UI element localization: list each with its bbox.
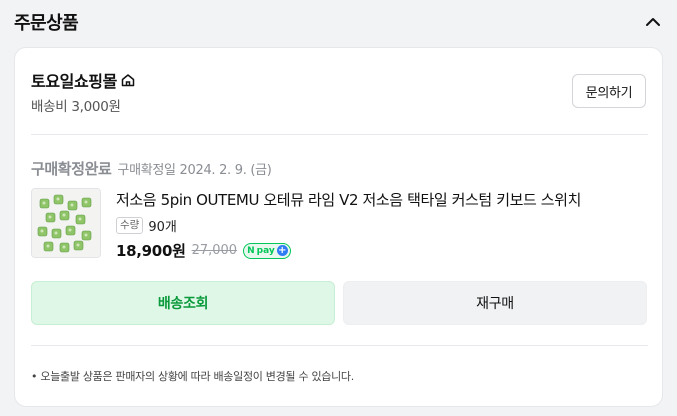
price-row: 18,900원 27,000 N pay +: [116, 240, 291, 261]
order-card: 토요일쇼핑몰 배송비 3,000원 문의하기 구매확정완료 구매확정일 2024…: [14, 47, 663, 407]
section-title: 주문상품: [14, 13, 79, 34]
npay-label: pay: [256, 245, 275, 256]
collapse-button[interactable]: [641, 10, 665, 34]
shipping-notice: • 오늘출발 상품은 판매자의 상황에 따라 배송일정이 변경될 수 있습니다.: [31, 368, 354, 384]
npay-n-icon: N: [247, 245, 255, 256]
shipping-notice-text: 오늘출발 상품은 판매자의 상황에 따라 배송일정이 변경될 수 있습니다.: [40, 370, 354, 383]
divider: [31, 345, 648, 346]
original-price: 27,000: [191, 243, 238, 258]
quantity-label: 수량: [116, 217, 144, 234]
order-items-header: 주문상품: [0, 0, 677, 44]
divider: [31, 134, 648, 135]
bullet-icon: •: [31, 370, 41, 383]
inquiry-button[interactable]: 문의하기: [572, 74, 646, 108]
shop-name[interactable]: 토요일쇼핑몰: [31, 68, 117, 92]
product-thumbnail[interactable]: [31, 188, 101, 258]
home-icon[interactable]: [120, 72, 136, 88]
keyboard-switch-image: [32, 189, 100, 257]
track-delivery-button[interactable]: 배송조회: [31, 281, 335, 325]
order-status-row: 구매확정완료 구매확정일 2024. 2. 9. (금): [31, 158, 272, 179]
product-name[interactable]: 저소음 5pin OUTEMU 오테뮤 라임 V2 저소음 택타일 커스텀 키보…: [116, 189, 581, 210]
npay-badge: N pay +: [243, 242, 291, 259]
confirm-date: 구매확정일 2024. 2. 9. (금): [117, 163, 272, 178]
plus-icon: +: [276, 245, 288, 256]
shipping-fee: 배송비 3,000원: [31, 99, 121, 115]
reorder-button[interactable]: 재구매: [343, 281, 647, 325]
order-status: 구매확정완료: [31, 160, 112, 178]
quantity-row: 수량 90개: [116, 216, 177, 235]
quantity-value: 90개: [148, 220, 177, 235]
chevron-up-icon: [646, 18, 660, 26]
sale-price: 18,900원: [116, 242, 186, 260]
shop-name-row[interactable]: 토요일쇼핑몰: [31, 68, 136, 92]
